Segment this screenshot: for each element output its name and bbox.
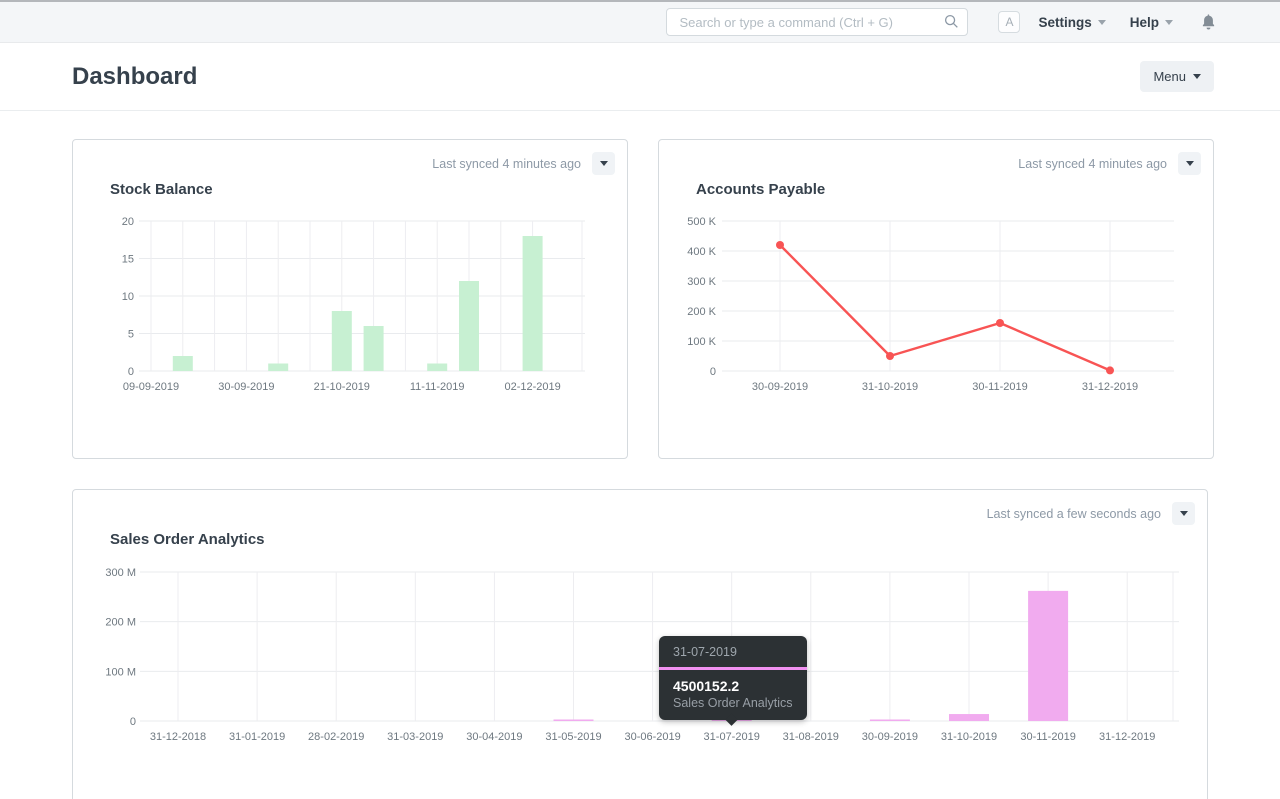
navbar: A Settings Help: [0, 2, 1280, 43]
chart-card-sales-order-analytics: Last synced a few seconds ago Sales Orde…: [72, 489, 1208, 799]
chart-card-accounts-payable: Last synced 4 minutes ago Accounts Payab…: [658, 139, 1214, 459]
bar[interactable]: [869, 719, 910, 722]
chart-tooltip: 31-07-2019 4500152.2 Sales Order Analyti…: [659, 636, 807, 720]
menu-button[interactable]: Menu: [1140, 61, 1214, 92]
bar[interactable]: [459, 281, 479, 371]
settings-menu-label: Settings: [1038, 14, 1092, 30]
last-synced-text: Last synced 4 minutes ago: [432, 156, 581, 171]
x-axis-label: 02-12-2019: [504, 381, 560, 393]
chart-title: Accounts Payable: [696, 181, 826, 198]
chart-menu-button[interactable]: [1172, 502, 1195, 525]
chart-card-stock-balance: Last synced 4 minutes ago Stock Balance …: [72, 139, 628, 459]
x-axis-label: 31-08-2019: [783, 731, 839, 743]
x-axis-label: 31-10-2019: [862, 381, 918, 393]
tooltip-value: 4500152.2: [673, 678, 740, 694]
data-point[interactable]: [886, 352, 894, 360]
x-axis-label: 31-12-2019: [1099, 731, 1155, 743]
y-axis-label: 10: [122, 291, 134, 303]
x-axis-label: 21-10-2019: [314, 381, 370, 393]
y-axis-label: 0: [128, 366, 134, 378]
x-axis-label: 31-03-2019: [387, 731, 443, 743]
x-axis-label: 31-12-2018: [150, 731, 206, 743]
bar[interactable]: [331, 311, 352, 371]
chart-title: Sales Order Analytics: [110, 531, 265, 548]
bar[interactable]: [949, 714, 989, 721]
bar[interactable]: [268, 363, 289, 372]
last-synced-text: Last synced a few seconds ago: [986, 506, 1161, 521]
avatar[interactable]: A: [998, 11, 1021, 33]
y-axis-label: 200 M: [105, 617, 136, 629]
chevron-down-icon: [1165, 19, 1173, 25]
help-menu-label: Help: [1129, 14, 1159, 30]
last-synced-text: Last synced 4 minutes ago: [1018, 156, 1167, 171]
bar[interactable]: [172, 356, 193, 371]
x-axis-label: 30-09-2019: [752, 381, 808, 393]
data-point[interactable]: [776, 241, 784, 249]
x-axis-label: 31-05-2019: [545, 731, 601, 743]
global-search: [666, 8, 969, 36]
y-axis-label: 0: [710, 366, 716, 378]
search-icon[interactable]: [944, 14, 959, 34]
chevron-down-icon: [1179, 511, 1188, 516]
bar[interactable]: [553, 719, 594, 722]
page-head: Dashboard Menu: [0, 43, 1280, 111]
chart-menu-button[interactable]: [592, 152, 615, 175]
y-axis-label: 20: [122, 216, 134, 228]
bar[interactable]: [427, 363, 448, 372]
settings-menu[interactable]: Settings: [1038, 14, 1106, 30]
bar[interactable]: [363, 326, 384, 371]
menu-button-label: Menu: [1153, 69, 1186, 84]
stock-balance-chart[interactable]: 0 5 10 15 20 09-09-2019 30-09-2019 21-10-2019 11…: [93, 207, 618, 402]
y-axis-label: 200 K: [687, 306, 716, 318]
chevron-down-icon: [1193, 74, 1201, 79]
y-axis-label: 5: [128, 329, 134, 341]
chevron-down-icon: [1185, 161, 1194, 166]
x-axis-label: 09-09-2019: [123, 381, 179, 393]
bar[interactable]: [522, 236, 543, 371]
chart-menu-button[interactable]: [1178, 152, 1201, 175]
x-axis-label: 30-11-2019: [1020, 731, 1075, 743]
notifications-bell-icon[interactable]: [1201, 14, 1216, 30]
page-title: Dashboard: [72, 62, 198, 90]
y-axis-label: 0: [130, 716, 136, 728]
y-axis-label: 100 M: [105, 666, 136, 678]
x-axis-label: 31-01-2019: [229, 731, 285, 743]
x-axis-label: 30-06-2019: [624, 731, 680, 743]
x-axis-label: 31-12-2019: [1082, 381, 1138, 393]
x-axis-label: 30-04-2019: [466, 731, 522, 743]
x-axis-label: 28-02-2019: [308, 731, 364, 743]
y-axis-label: 300 M: [105, 567, 136, 579]
y-axis-label: 300 K: [687, 276, 716, 288]
y-axis-label: 400 K: [687, 246, 716, 258]
dashboard-body: Last synced 4 minutes ago Stock Balance …: [0, 111, 1280, 799]
x-axis-label: 31-07-2019: [704, 731, 760, 743]
line-path: [779, 244, 1111, 372]
x-axis-label: 11-11-2019: [410, 381, 465, 393]
tooltip-date: 31-07-2019: [673, 645, 737, 659]
x-axis-label: 30-09-2019: [862, 731, 918, 743]
tooltip-series-label: Sales Order Analytics: [673, 696, 793, 710]
x-axis-label: 31-10-2019: [941, 731, 997, 743]
x-axis-label: 30-09-2019: [218, 381, 274, 393]
help-menu[interactable]: Help: [1130, 15, 1173, 30]
accounts-payable-chart[interactable]: 0 100 K 200 K 300 K 400 K 500 K 30-09-2019 31-1…: [679, 207, 1204, 402]
data-point[interactable]: [996, 319, 1004, 327]
chevron-down-icon: [1097, 19, 1106, 25]
chevron-down-icon: [599, 161, 608, 166]
bar[interactable]: [1028, 590, 1069, 721]
x-axis-label: 30-11-2019: [972, 381, 1027, 393]
y-axis-label: 15: [122, 254, 134, 266]
sales-order-analytics-chart[interactable]: 0 100 M 200 M 300 M 31-12-2018 31-01-2019 28-0…: [93, 557, 1203, 757]
data-point[interactable]: [1106, 366, 1114, 375]
y-axis-label: 100 K: [687, 336, 716, 348]
y-axis-label: 500 K: [687, 216, 716, 228]
search-input[interactable]: [666, 8, 969, 36]
chart-title: Stock Balance: [110, 181, 213, 198]
